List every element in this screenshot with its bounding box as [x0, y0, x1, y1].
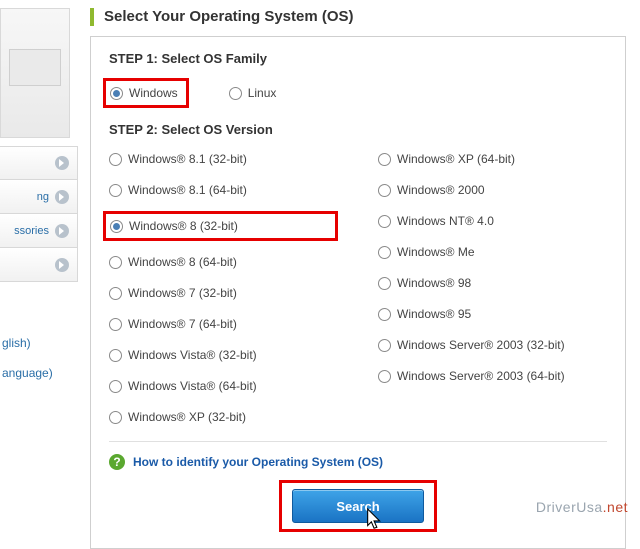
os-version-group: Windows® 8.1 (32-bit) Windows® 8.1 (64-b… [109, 149, 607, 427]
radio-label: Windows® 8 (64-bit) [128, 254, 237, 270]
os-version-col-right: Windows® XP (64-bit) Windows® 2000 Windo… [378, 149, 607, 427]
radio-label: Windows® 7 (64-bit) [128, 316, 237, 332]
os-version-option[interactable]: Windows Vista® (32-bit) [109, 345, 338, 365]
radio-label: Linux [248, 85, 277, 101]
sidebar-item[interactable] [0, 146, 78, 180]
radio-icon [378, 277, 391, 290]
radio-icon [229, 87, 242, 100]
os-version-option[interactable]: Windows® 8.1 (64-bit) [109, 180, 338, 200]
chevron-right-icon [55, 224, 69, 238]
os-family-windows[interactable]: Windows [103, 78, 189, 108]
sidebar-item-label: ng [37, 191, 49, 203]
radio-icon [378, 339, 391, 352]
watermark-suffix: .net [603, 499, 628, 515]
radio-label: Windows® 98 [397, 275, 471, 291]
os-version-option[interactable]: Windows® 98 [378, 273, 607, 293]
os-version-option[interactable]: Windows® 95 [378, 304, 607, 324]
radio-label: Windows Vista® (32-bit) [128, 347, 257, 363]
radio-label: Windows® 2000 [397, 182, 485, 198]
os-select-panel: STEP 1: Select OS Family Windows Linux S… [90, 36, 626, 549]
os-family-linux[interactable]: Linux [229, 78, 277, 108]
radio-icon [378, 215, 391, 228]
radio-label: Windows® 8.1 (64-bit) [128, 182, 247, 198]
radio-icon [109, 349, 122, 362]
os-version-option[interactable]: Windows® XP (64-bit) [378, 149, 607, 169]
left-sidebar: ng ssories glish) anguage) [0, 0, 78, 521]
os-version-option[interactable]: Windows® 7 (32-bit) [109, 283, 338, 303]
radio-icon [109, 256, 122, 269]
radio-icon [378, 308, 391, 321]
radio-icon [378, 246, 391, 259]
help-icon: ? [109, 454, 125, 470]
radio-label: Windows NT® 4.0 [397, 213, 494, 229]
help-link-row[interactable]: ? How to identify your Operating System … [109, 441, 607, 470]
page-title: Select Your Operating System (OS) [90, 8, 626, 26]
radio-icon [109, 153, 122, 166]
os-version-col-left: Windows® 8.1 (32-bit) Windows® 8.1 (64-b… [109, 149, 338, 427]
radio-icon [110, 87, 123, 100]
radio-icon [109, 318, 122, 331]
step1-title: STEP 1: Select OS Family [109, 51, 607, 66]
search-button-label: Search [336, 499, 379, 514]
radio-icon [378, 370, 391, 383]
radio-icon [378, 153, 391, 166]
os-version-option[interactable]: Windows Server® 2003 (64-bit) [378, 366, 607, 386]
radio-icon [109, 411, 122, 424]
product-image [0, 8, 70, 138]
radio-label: Windows® 95 [397, 306, 471, 322]
sidebar-link-label: glish) [2, 336, 31, 350]
radio-icon [109, 184, 122, 197]
radio-label: Windows Server® 2003 (64-bit) [397, 368, 565, 384]
radio-label: Windows [129, 85, 178, 101]
radio-label: Windows® 7 (32-bit) [128, 285, 237, 301]
radio-icon [109, 380, 122, 393]
sidebar-item[interactable]: ssories [0, 214, 78, 248]
sidebar-item[interactable] [0, 248, 78, 282]
os-version-option[interactable]: Windows® 8.1 (32-bit) [109, 149, 338, 169]
os-version-option[interactable]: Windows Server® 2003 (32-bit) [378, 335, 607, 355]
sidebar-item[interactable]: ng [0, 180, 78, 214]
radio-icon [110, 220, 123, 233]
radio-label: Windows® XP (32-bit) [128, 409, 246, 425]
os-version-option[interactable]: Windows® Me [378, 242, 607, 262]
sidebar-link[interactable]: anguage) [0, 358, 78, 388]
watermark: DriverUsa.net [536, 499, 628, 515]
radio-label: Windows Server® 2003 (32-bit) [397, 337, 565, 353]
radio-label: Windows Vista® (64-bit) [128, 378, 257, 394]
os-version-option[interactable]: Windows® 7 (64-bit) [109, 314, 338, 334]
os-version-option-selected[interactable]: Windows® 8 (32-bit) [103, 211, 338, 241]
os-version-option[interactable]: Windows® 2000 [378, 180, 607, 200]
radio-label: Windows® XP (64-bit) [397, 151, 515, 167]
search-button[interactable]: Search [292, 489, 424, 523]
chevron-right-icon [55, 258, 69, 272]
os-version-option[interactable]: Windows NT® 4.0 [378, 211, 607, 231]
sidebar-link-label: anguage) [2, 366, 53, 380]
os-version-option[interactable]: Windows® XP (32-bit) [109, 407, 338, 427]
os-version-option[interactable]: Windows Vista® (64-bit) [109, 376, 338, 396]
search-highlight: Search [279, 480, 437, 532]
radio-label: Windows® Me [397, 244, 475, 260]
os-family-group: Windows Linux [109, 78, 607, 108]
radio-icon [378, 184, 391, 197]
radio-label: Windows® 8.1 (32-bit) [128, 151, 247, 167]
main-content: Select Your Operating System (OS) STEP 1… [78, 0, 640, 521]
sidebar-item-label: ssories [14, 225, 49, 237]
watermark-text: DriverUsa [536, 499, 603, 515]
sidebar-link[interactable]: glish) [0, 328, 78, 358]
os-version-option[interactable]: Windows® 8 (64-bit) [109, 252, 338, 272]
radio-label: Windows® 8 (32-bit) [129, 218, 238, 234]
chevron-right-icon [55, 190, 69, 204]
radio-icon [109, 287, 122, 300]
help-link-text: How to identify your Operating System (O… [133, 455, 383, 469]
step2-title: STEP 2: Select OS Version [109, 122, 607, 137]
chevron-right-icon [55, 156, 69, 170]
